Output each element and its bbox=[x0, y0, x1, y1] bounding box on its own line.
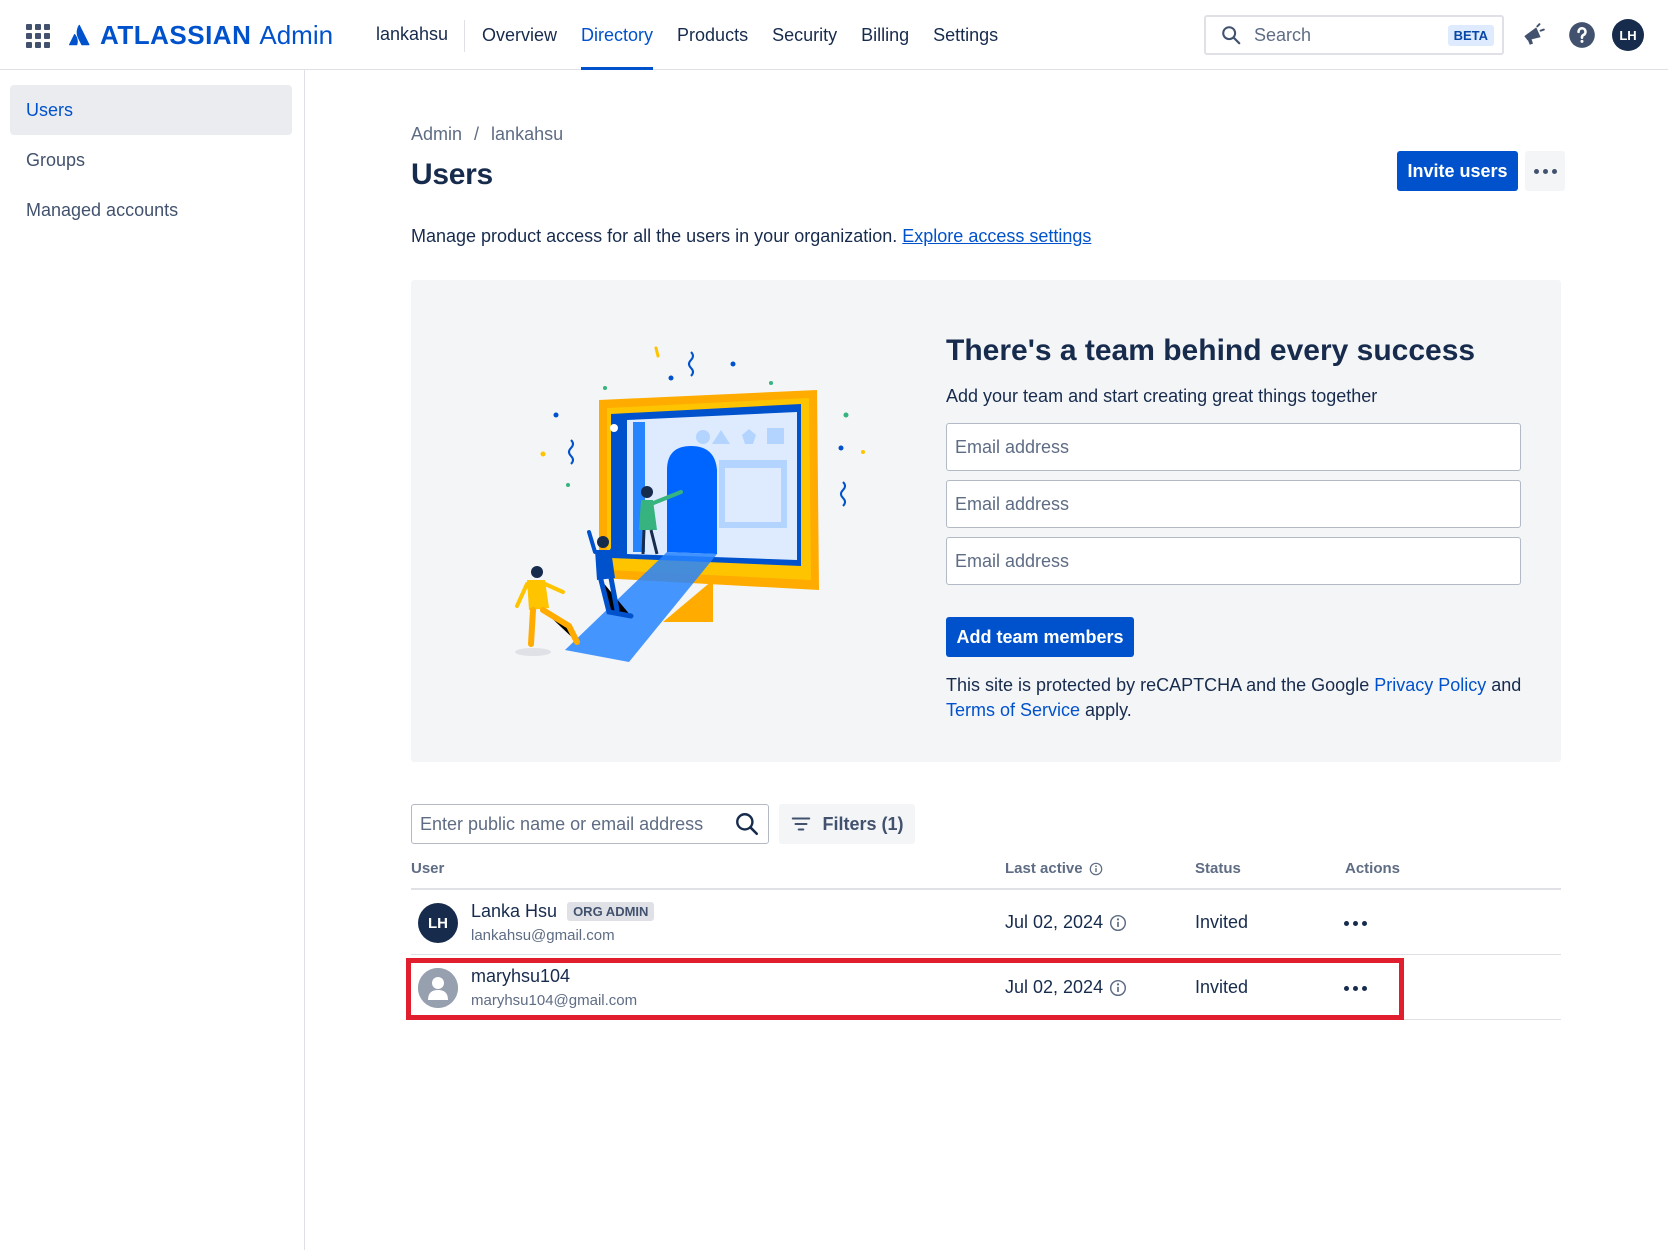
user-name[interactable]: maryhsu104 bbox=[471, 966, 570, 987]
user-name-text: Lanka Hsu bbox=[471, 901, 558, 921]
privacy-policy-link[interactable]: Privacy Policy bbox=[1374, 675, 1486, 695]
nav-products[interactable]: Products bbox=[665, 0, 760, 70]
row-actions-button[interactable] bbox=[1337, 907, 1373, 939]
description-text: Manage product access for all the users … bbox=[411, 226, 898, 246]
last-active: Jul 02, 2024 bbox=[1005, 912, 1127, 933]
column-user-label: User bbox=[411, 860, 445, 877]
default-avatar-icon bbox=[418, 968, 458, 1008]
avatar: LH bbox=[418, 903, 458, 943]
global-search-input[interactable]: Search BETA bbox=[1204, 15, 1504, 55]
more-icon bbox=[1533, 168, 1557, 174]
terms-of-service-link[interactable]: Terms of Service bbox=[946, 700, 1080, 720]
last-active-date: Jul 02, 2024 bbox=[1005, 977, 1104, 997]
info-icon[interactable] bbox=[1109, 979, 1127, 997]
top-navigation-bar: ATLASSIAN Admin lankahsu Overview Direct… bbox=[0, 0, 1668, 70]
email-field-3[interactable] bbox=[946, 537, 1521, 585]
column-status-label: Status bbox=[1195, 860, 1241, 877]
page-more-actions-button[interactable] bbox=[1525, 151, 1565, 191]
column-header-last-active[interactable]: Last active bbox=[1005, 860, 1103, 877]
user-name[interactable]: Lanka Hsu ORG ADMIN bbox=[471, 901, 655, 922]
user-search bbox=[411, 804, 769, 844]
nav-billing[interactable]: Billing bbox=[849, 0, 921, 70]
recaptcha-text-1: This site is protected by reCAPTCHA and … bbox=[946, 675, 1375, 695]
promo-subtitle: Add your team and start creating great t… bbox=[946, 386, 1378, 406]
filters-button[interactable]: Filters (1) bbox=[779, 804, 915, 844]
row-divider bbox=[411, 1019, 1561, 1020]
app-switcher-icon[interactable] bbox=[26, 24, 50, 48]
user-search-input[interactable] bbox=[420, 813, 734, 835]
beta-badge: BETA bbox=[1447, 24, 1494, 46]
notifications-megaphone-icon[interactable] bbox=[1518, 20, 1548, 50]
email-field-2[interactable] bbox=[946, 480, 1521, 528]
row-actions-button[interactable] bbox=[1337, 972, 1373, 1004]
page-description: Manage product access for all the users … bbox=[411, 226, 1091, 247]
more-icon bbox=[1343, 985, 1367, 991]
sidebar-item-managed-accounts[interactable]: Managed accounts bbox=[10, 185, 292, 235]
recaptcha-text-2: and bbox=[1486, 675, 1522, 695]
user-status: Invited bbox=[1195, 912, 1249, 932]
user-email: lankahsu@gmail.com bbox=[471, 927, 615, 944]
breadcrumb-separator: / bbox=[474, 124, 480, 144]
nav-overview[interactable]: Overview bbox=[470, 0, 569, 70]
row-divider bbox=[411, 954, 1561, 955]
column-last-active-label: Last active bbox=[1005, 860, 1083, 877]
sidebar-item-users[interactable]: Users bbox=[10, 85, 292, 135]
org-admin-badge: ORG ADMIN bbox=[567, 902, 655, 921]
brand-name: ATLASSIAN bbox=[100, 19, 252, 50]
recaptcha-text-3: apply. bbox=[1080, 700, 1132, 720]
breadcrumb-org[interactable]: lankahsu bbox=[491, 124, 563, 145]
sidebar: Users Groups Managed accounts bbox=[0, 70, 305, 1250]
column-header-user: User bbox=[411, 860, 444, 877]
sidebar-item-groups[interactable]: Groups bbox=[10, 135, 292, 185]
user-email: maryhsu104@gmail.com bbox=[471, 992, 638, 1009]
team-success-illustration bbox=[515, 346, 865, 662]
search-icon[interactable] bbox=[734, 811, 760, 837]
table-row[interactable]: maryhsu104 maryhsu104@gmail.com Jul 02, … bbox=[411, 956, 1561, 1020]
table-header-divider bbox=[411, 888, 1561, 890]
help-icon[interactable] bbox=[1567, 20, 1597, 50]
invite-team-panel: There's a team behind every success Add … bbox=[411, 280, 1561, 762]
column-header-status: Status bbox=[1195, 860, 1241, 877]
invite-users-button[interactable]: Invite users bbox=[1397, 151, 1518, 191]
nav-directory[interactable]: Directory bbox=[569, 0, 665, 70]
product-name: Admin bbox=[259, 19, 334, 50]
last-active: Jul 02, 2024 bbox=[1005, 977, 1127, 998]
info-icon[interactable] bbox=[1109, 914, 1127, 932]
recaptcha-notice: This site is protected by reCAPTCHA and … bbox=[946, 673, 1526, 723]
main-nav: Overview Directory Products Security Bil… bbox=[470, 0, 1010, 70]
column-actions-label: Actions bbox=[1345, 860, 1401, 877]
email-field-1[interactable] bbox=[946, 423, 1521, 471]
explore-access-settings-link[interactable]: Explore access settings bbox=[902, 226, 1091, 246]
filter-icon bbox=[792, 817, 811, 831]
nav-divider bbox=[464, 20, 465, 52]
more-icon bbox=[1343, 920, 1367, 926]
atlassian-logo-icon bbox=[69, 24, 90, 46]
search-icon bbox=[1222, 26, 1241, 45]
filters-label: Filters (1) bbox=[822, 813, 904, 834]
nav-settings[interactable]: Settings bbox=[921, 0, 1010, 70]
last-active-date: Jul 02, 2024 bbox=[1005, 912, 1104, 932]
breadcrumb-admin[interactable]: Admin bbox=[411, 124, 462, 145]
search-placeholder: Search bbox=[1254, 24, 1312, 45]
breadcrumb: Admin / lankahsu bbox=[411, 124, 563, 145]
profile-avatar[interactable]: LH bbox=[1612, 19, 1644, 51]
promo-title: There's a team behind every success bbox=[946, 334, 1476, 367]
column-header-actions: Actions bbox=[1345, 860, 1400, 877]
nav-security[interactable]: Security bbox=[760, 0, 849, 70]
add-team-members-button[interactable]: Add team members bbox=[946, 617, 1134, 657]
org-switcher[interactable]: lankahsu bbox=[376, 24, 448, 45]
user-status: Invited bbox=[1195, 977, 1249, 997]
info-icon[interactable] bbox=[1089, 862, 1103, 876]
table-row[interactable]: LH Lanka Hsu ORG ADMIN lankahsu@gmail.co… bbox=[411, 891, 1561, 955]
atlassian-admin-logo[interactable]: ATLASSIAN Admin bbox=[68, 18, 333, 52]
user-name-text: maryhsu104 bbox=[471, 966, 571, 986]
page-title: Users bbox=[411, 158, 493, 191]
